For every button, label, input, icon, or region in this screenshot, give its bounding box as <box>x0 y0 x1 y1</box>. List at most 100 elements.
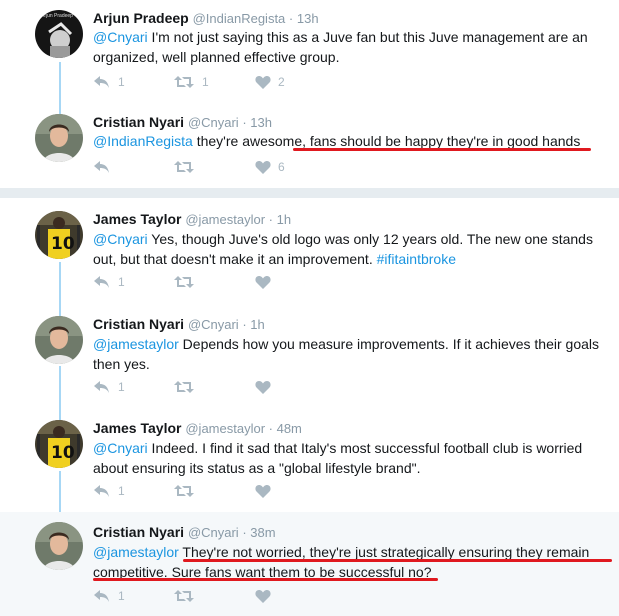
tweet-text: @Cnyari Indeed. I find it sad that Italy… <box>93 438 608 478</box>
retweet-button[interactable] <box>173 275 202 289</box>
tweet-header: Cristian Nyari @Cnyari · 1h <box>93 315 265 334</box>
avatar[interactable]: Arjun Pradeep <box>35 10 83 58</box>
like-count: 2 <box>278 75 285 89</box>
retweet-icon <box>174 590 194 602</box>
avatar[interactable] <box>35 316 83 364</box>
tweet[interactable]: Arjun Pradeep Arjun Pradeep @IndianRegis… <box>0 0 619 104</box>
tweet-actions: 1 <box>93 484 353 504</box>
tweet-focused[interactable]: Cristian Nyari @Cnyari · 38m @jamestaylo… <box>0 512 619 616</box>
mention-link[interactable]: @IndianRegista <box>93 133 193 149</box>
tweet-text: @Cnyari Yes, though Juve's old logo was … <box>93 229 608 269</box>
user-handle[interactable]: @IndianRegista <box>193 11 286 26</box>
user-handle[interactable]: @jamestaylor <box>185 212 265 227</box>
separator: · <box>285 11 297 26</box>
timestamp[interactable]: 1h <box>277 212 291 227</box>
tweet[interactable]: 10 James Taylor @jamestaylor · 48m @Cnya… <box>0 406 619 512</box>
hashtag-link[interactable]: #ifitaintbroke <box>377 251 456 267</box>
avatar[interactable] <box>35 114 83 162</box>
tweet[interactable]: 10 James Taylor @jamestaylor · 1h @Cnyar… <box>0 198 619 302</box>
tweet-body: Yes, though Juve's old logo was only 12 … <box>93 231 593 267</box>
heart-icon <box>255 590 271 603</box>
reply-icon <box>94 161 109 173</box>
timestamp[interactable]: 13h <box>250 115 272 130</box>
annotation-underline <box>93 578 438 581</box>
heart-icon <box>255 276 271 289</box>
tweet[interactable]: Cristian Nyari @Cnyari · 1h @jamestaylor… <box>0 302 619 406</box>
user-handle[interactable]: @Cnyari <box>188 115 239 130</box>
mention-link[interactable]: @Cnyari <box>93 231 148 247</box>
reply-icon <box>94 76 109 88</box>
mention-link[interactable]: @Cnyari <box>93 440 148 456</box>
avatar-label: Arjun Pradeep <box>41 13 73 19</box>
mention-link[interactable]: @jamestaylor <box>93 544 179 560</box>
avatar[interactable]: 10 <box>35 211 83 259</box>
timestamp[interactable]: 13h <box>297 11 319 26</box>
tweet-text: @jamestaylor They're not worried, they'r… <box>93 542 608 582</box>
like-button[interactable] <box>255 380 278 394</box>
timestamp[interactable]: 48m <box>277 421 302 436</box>
retweet-button[interactable]: 1 <box>173 75 209 89</box>
tweet-body: they're awesome, fans should be happy th… <box>192 133 581 149</box>
reply-button[interactable]: 1 <box>93 484 125 498</box>
like-button[interactable] <box>255 484 278 498</box>
like-button[interactable]: 6 <box>255 160 285 174</box>
like-button[interactable]: 2 <box>255 75 285 89</box>
tweet-actions: 1 <box>93 275 353 295</box>
retweet-button[interactable] <box>173 160 202 174</box>
reply-button[interactable] <box>93 160 118 174</box>
reply-count: 1 <box>118 380 125 394</box>
like-button[interactable] <box>255 589 278 603</box>
retweet-button[interactable] <box>173 380 202 394</box>
heart-icon <box>255 485 271 498</box>
heart-icon <box>255 381 271 394</box>
tweet[interactable]: Cristian Nyari @Cnyari · 13h @IndianRegi… <box>0 104 619 188</box>
tweet-header: Cristian Nyari @Cnyari · 38m <box>93 523 276 542</box>
like-button[interactable] <box>255 275 278 289</box>
jersey-number: 10 <box>51 234 75 254</box>
display-name[interactable]: James Taylor <box>93 211 181 227</box>
tweet-body: Indeed. I find it sad that Italy's most … <box>93 440 583 476</box>
reply-count: 1 <box>118 275 125 289</box>
tweet-header: James Taylor @jamestaylor · 48m <box>93 419 302 438</box>
display-name[interactable]: Arjun Pradeep <box>93 10 189 26</box>
tweet-header: Arjun Pradeep @IndianRegista · 13h <box>93 9 319 28</box>
retweet-button[interactable] <box>173 484 202 498</box>
retweet-count: 1 <box>202 75 209 89</box>
separator: · <box>265 421 277 436</box>
reply-count: 1 <box>118 589 125 603</box>
tweet-actions: 1 1 2 <box>93 75 353 95</box>
tweet-text: @jamestaylor Depends how you measure imp… <box>93 334 608 374</box>
mention-link[interactable]: @jamestaylor <box>93 336 179 352</box>
tweet-header: James Taylor @jamestaylor · 1h <box>93 210 291 229</box>
display-name[interactable]: James Taylor <box>93 420 181 436</box>
retweet-icon <box>174 76 194 88</box>
user-handle[interactable]: @Cnyari <box>188 525 239 540</box>
display-name[interactable]: Cristian Nyari <box>93 114 184 130</box>
user-handle[interactable]: @Cnyari <box>188 317 239 332</box>
reply-button[interactable]: 1 <box>93 589 125 603</box>
reply-button[interactable]: 1 <box>93 75 125 89</box>
display-name[interactable]: Cristian Nyari <box>93 524 184 540</box>
tweet-text: @Cnyari I'm not just saying this as a Ju… <box>93 27 608 67</box>
reply-icon <box>94 485 109 497</box>
separator: · <box>265 212 277 227</box>
heart-icon <box>255 161 271 174</box>
retweet-icon <box>174 161 194 173</box>
timestamp[interactable]: 38m <box>250 525 275 540</box>
retweet-button[interactable] <box>173 589 202 603</box>
user-handle[interactable]: @jamestaylor <box>185 421 265 436</box>
retweet-icon <box>174 276 194 288</box>
annotation-underline <box>183 559 612 562</box>
avatar[interactable] <box>35 522 83 570</box>
reply-button[interactable]: 1 <box>93 380 125 394</box>
tweet-header: Cristian Nyari @Cnyari · 13h <box>93 113 272 132</box>
display-name[interactable]: Cristian Nyari <box>93 316 184 332</box>
mention-link[interactable]: @Cnyari <box>93 29 148 45</box>
avatar[interactable]: 10 <box>35 420 83 468</box>
reply-icon <box>94 381 109 393</box>
reply-button[interactable]: 1 <box>93 275 125 289</box>
annotation-underline <box>293 148 591 151</box>
tweet-actions: 1 <box>93 380 353 400</box>
separator: · <box>238 317 251 332</box>
timestamp[interactable]: 1h <box>250 317 264 332</box>
